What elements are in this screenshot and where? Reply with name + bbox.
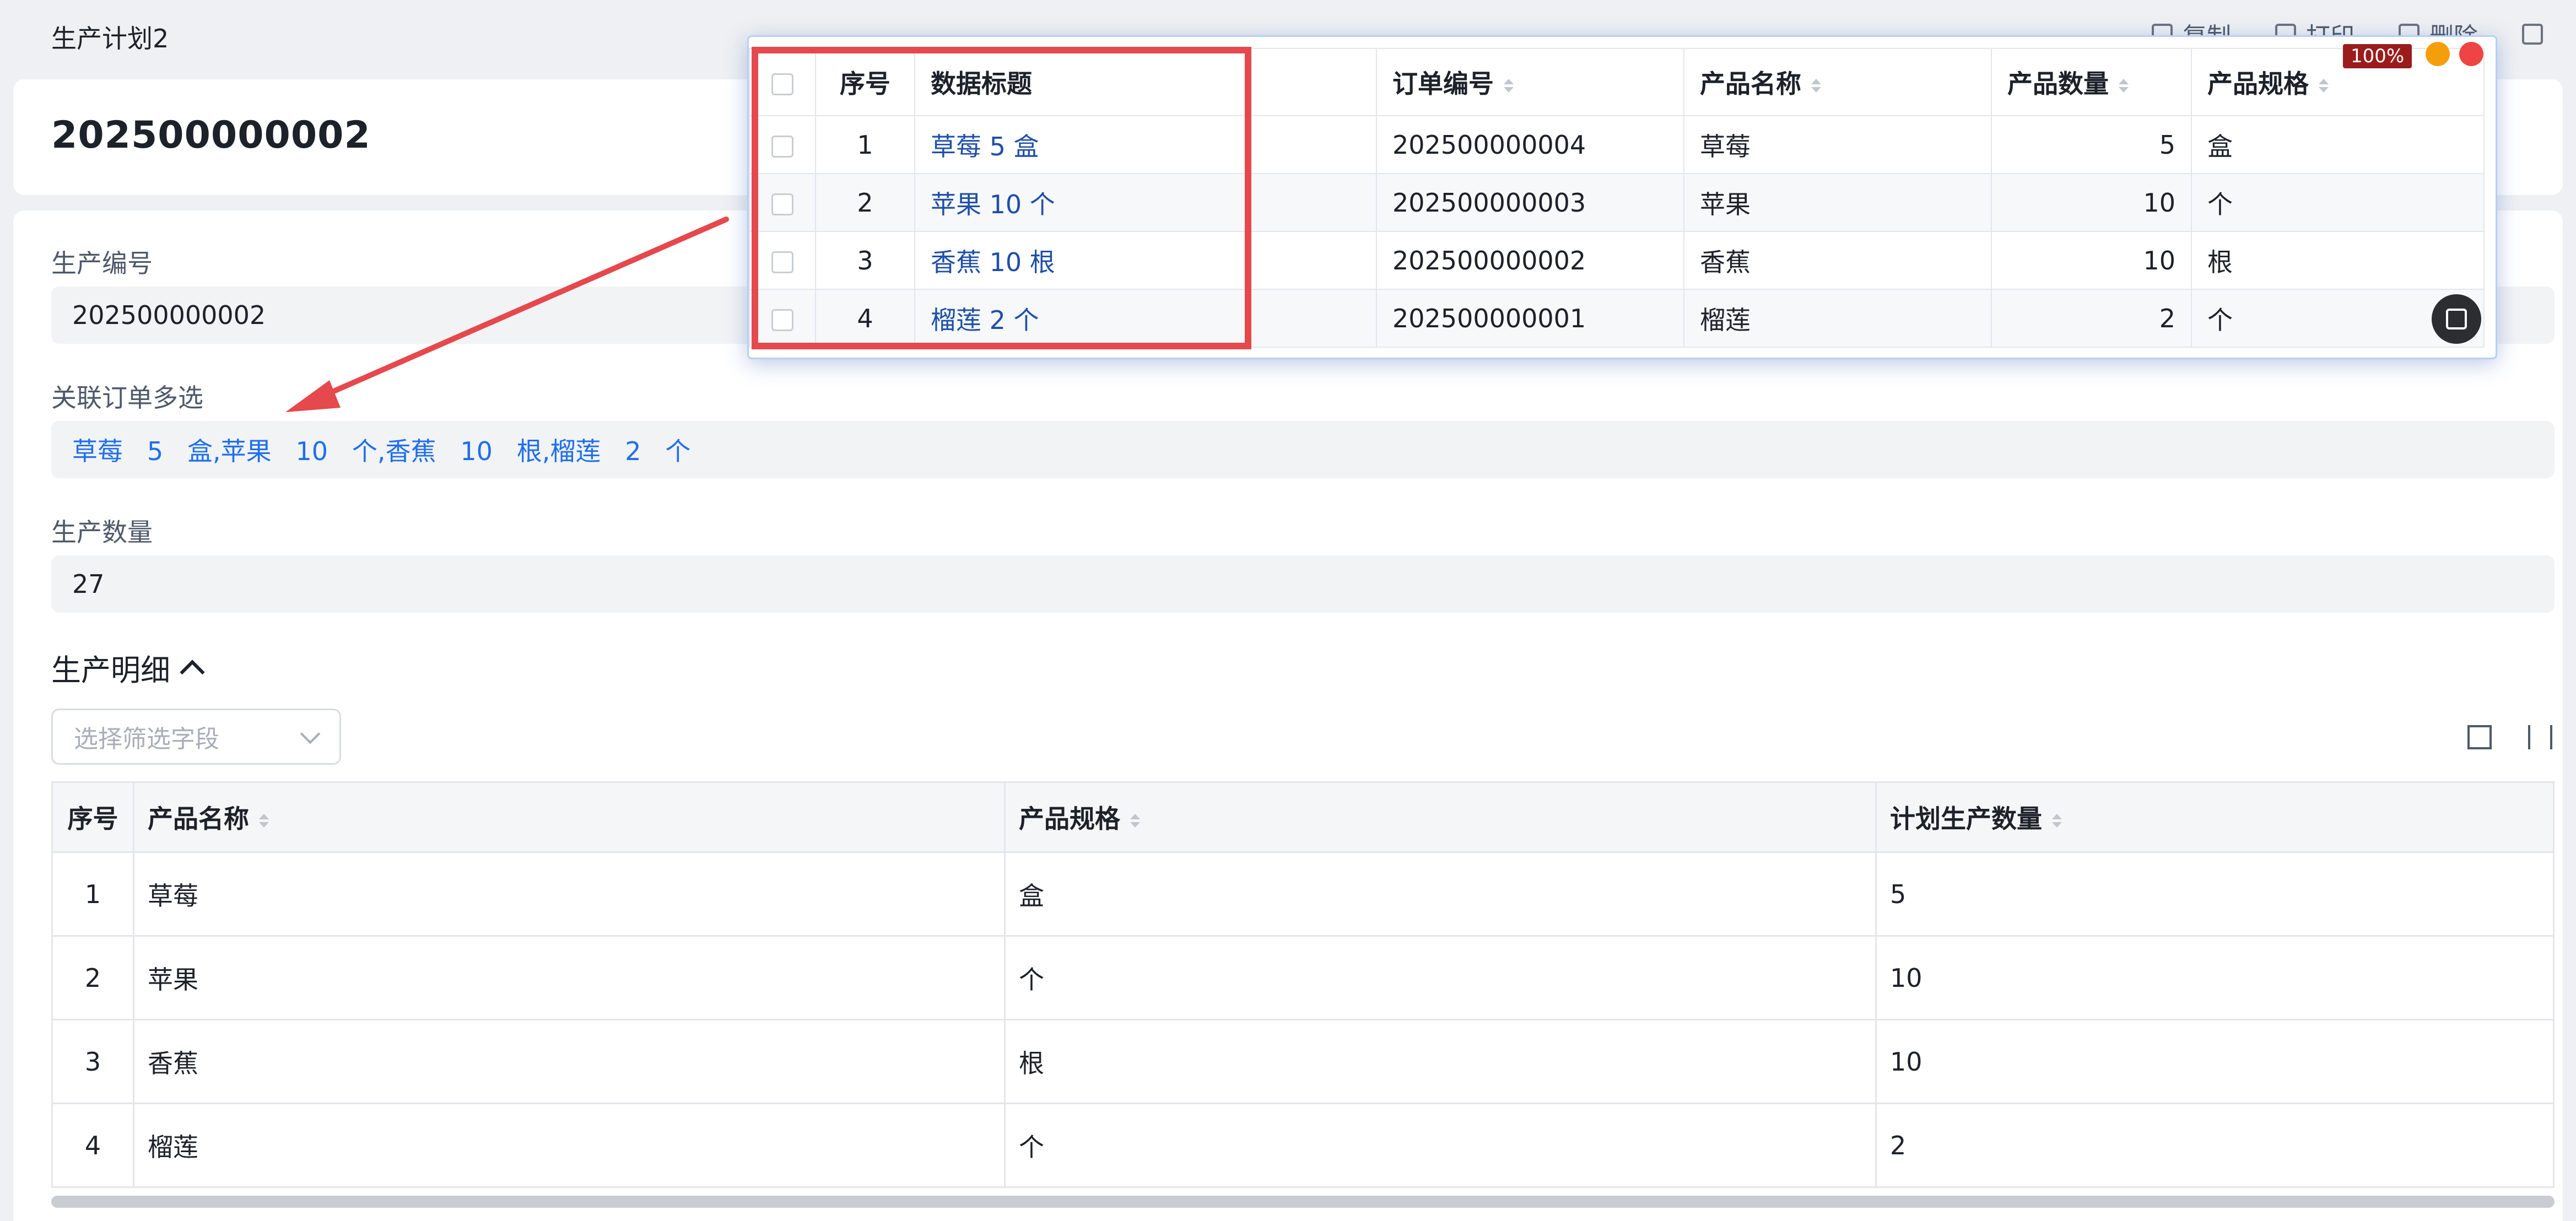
annotation-arrow xyxy=(285,217,729,412)
